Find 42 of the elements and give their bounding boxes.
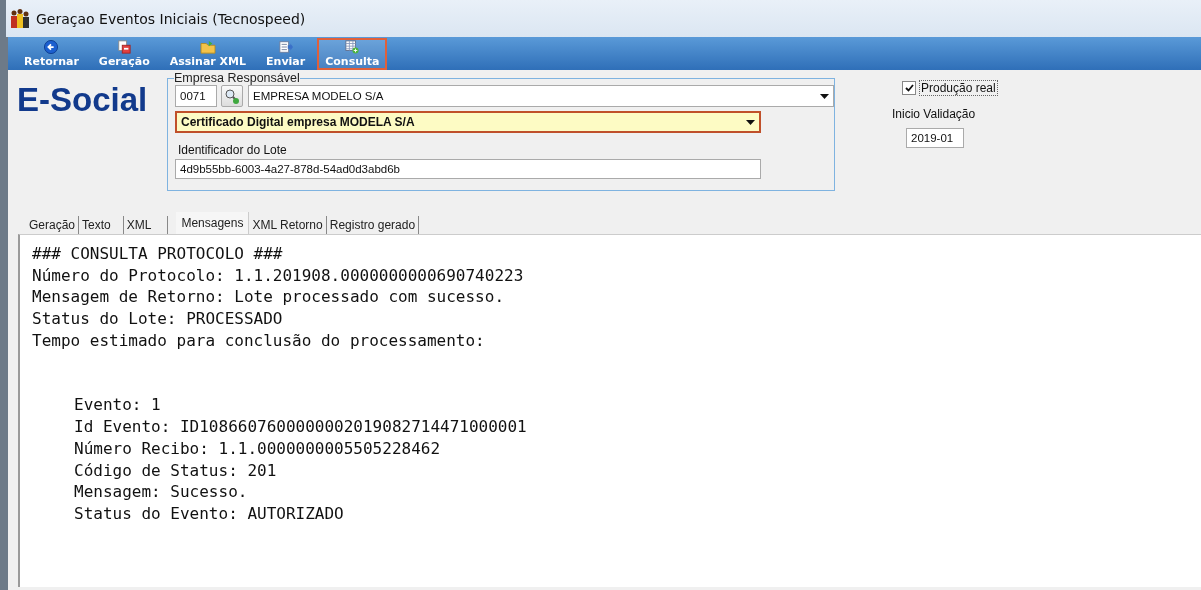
certificate-dropdown[interactable]: Certificado Digital empresa MODELA S/A bbox=[175, 111, 761, 133]
toolbar-button[interactable]: Geração bbox=[90, 38, 158, 70]
message-line: Mensagem de Retorno: Lote processado com sucesso. bbox=[32, 286, 505, 309]
toolbar-button[interactable]: Assinar XML bbox=[161, 38, 255, 70]
tab[interactable]: XML Retorno bbox=[249, 216, 327, 234]
group-label: Empresa Responsável bbox=[174, 71, 300, 85]
window-title: Geraçao Eventos Iniciais (Tecnospeed) bbox=[36, 10, 306, 27]
toolbar-button[interactable]: Enviar bbox=[258, 38, 314, 70]
dropdown-arrow-icon bbox=[820, 93, 829, 99]
batch-id-field[interactable]: 4d9b55bb-6003-4a27-878d-54ad0d3abd6b bbox=[175, 159, 761, 179]
search-button[interactable] bbox=[221, 85, 243, 107]
message-line: Número Recibo: 1.1.0000000005505228462 bbox=[74, 437, 442, 460]
company-code-field[interactable]: 0071 bbox=[175, 85, 217, 107]
tab[interactable]: Mensagens bbox=[176, 212, 250, 234]
message-line: Evento: 1 bbox=[74, 394, 162, 417]
message-line: Status do Evento: AUTORIZADO bbox=[74, 502, 345, 525]
date-field[interactable]: 2019-01 bbox=[906, 128, 964, 148]
message-line: Número do Protocolo: 1.1.201908.0000000000690740223 bbox=[32, 264, 525, 287]
checkbox[interactable] bbox=[902, 81, 916, 95]
field-label: Inicio Validação bbox=[892, 107, 977, 122]
message-line: Status do Lote: PROCESSADO bbox=[32, 308, 284, 330]
search-icon bbox=[224, 88, 240, 104]
message-line: Id Evento: ID1086607600000002019082714471000001 bbox=[74, 416, 528, 438]
app-logo: E-Social bbox=[17, 81, 149, 119]
message-line: Mensagem: Sucesso. bbox=[74, 481, 249, 503]
toolbar-button[interactable]: Retornar bbox=[16, 38, 87, 70]
tab[interactable]: Texto bbox=[79, 216, 124, 234]
checkmark-icon bbox=[904, 84, 914, 92]
field-label: Identificador do Lote bbox=[178, 143, 288, 158]
document-icon bbox=[116, 40, 133, 54]
message-line: Código de Status: 201 bbox=[74, 459, 278, 482]
message-line: ### CONSULTA PROTOCOLO ### bbox=[32, 243, 284, 265]
table-plus-icon bbox=[344, 40, 361, 54]
toolbar-button[interactable]: Consulta bbox=[317, 38, 388, 70]
checkbox-label[interactable]: Produção real bbox=[919, 80, 998, 96]
message-line: Tempo estimado para conclusão do processamento: bbox=[32, 329, 486, 352]
document-arrow-icon bbox=[277, 40, 294, 54]
folder-icon bbox=[198, 40, 217, 54]
dropdown-arrow-icon bbox=[746, 119, 755, 125]
tab[interactable]: Geração bbox=[26, 216, 80, 234]
company-dropdown[interactable]: EMPRESA MODELO S/A bbox=[248, 85, 834, 107]
app-icon bbox=[10, 8, 30, 29]
